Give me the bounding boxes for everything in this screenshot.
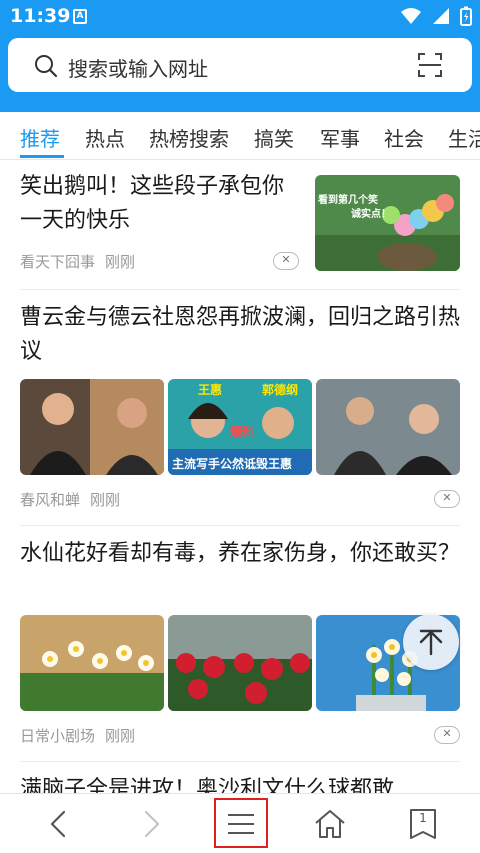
notification-icon: A — [73, 9, 87, 24]
thumbnail-caption: 王惠 — [198, 383, 223, 397]
news-source: 春风和蝉 — [20, 491, 81, 509]
scroll-to-top-button[interactable] — [403, 614, 459, 670]
poinsettia-greenhouse-image — [168, 615, 312, 711]
audience-photo-image — [316, 379, 460, 475]
thumbnail-caption: 爆料 — [230, 425, 255, 439]
news-meta: 春风和蝉 刚刚 — [20, 489, 120, 510]
thumbnail-caption-2: 诚实点！ — [351, 209, 391, 220]
hedgehog-balloons-image — [315, 175, 460, 271]
status-icons — [400, 6, 472, 26]
news-title: 笑出鹅叫！这些段子承包你一天的快乐 — [20, 174, 285, 233]
search-bar[interactable]: 搜索或输入网址 — [8, 38, 472, 92]
divider — [20, 289, 460, 290]
dislike-button[interactable]: ✕ — [273, 252, 299, 270]
tab-recommend[interactable]: 推荐 — [20, 123, 60, 152]
category-tabs: 推荐 热点 热榜搜索 搞笑 军事 社会 生活 — [0, 112, 480, 160]
browser-header: 搜索或输入网址 — [0, 34, 480, 112]
wifi-icon — [401, 8, 421, 24]
status-bar: 11:39 A — [0, 0, 480, 34]
status-time: 11:39 — [10, 5, 71, 27]
news-time: 刚刚 — [105, 253, 136, 271]
news-meta: 看天下囧事 刚刚 — [20, 251, 135, 272]
active-tab-indicator — [20, 155, 64, 158]
news-item[interactable]: 满脑子全是进攻！奥沙利文什么球都敢 — [20, 773, 460, 793]
tab-society[interactable]: 社会 — [384, 123, 424, 152]
menu-icon[interactable] — [223, 806, 259, 842]
news-thumbnail[interactable] — [20, 615, 164, 711]
divider — [20, 525, 460, 526]
news-thumbnail[interactable] — [316, 379, 460, 475]
news-thumbnail[interactable] — [168, 615, 312, 711]
tab-count: 1 — [419, 811, 427, 825]
thumbnail-caption-1: 看到第几个笑 — [318, 195, 378, 206]
battery-icon — [460, 6, 472, 26]
search-placeholder: 搜索或输入网址 — [68, 57, 208, 81]
news-thumbnail[interactable]: 看到第几个笑 诚实点！ — [315, 175, 460, 271]
bottom-toolbar: 1 — [0, 793, 480, 853]
home-icon[interactable] — [312, 806, 348, 842]
news-item[interactable]: 笑出鹅叫！这些段子承包你一天的快乐 — [20, 170, 290, 238]
scan-icon[interactable] — [418, 53, 442, 77]
news-item[interactable]: 曹云金与德云社恩怨再掀波澜，回归之路引热议 — [20, 301, 460, 369]
signal-icon — [433, 8, 449, 24]
men-photo-image — [20, 379, 164, 475]
arrow-up-icon — [419, 629, 443, 656]
news-source: 日常小剧场 — [20, 727, 96, 745]
news-title: 曹云金与德云社恩怨再掀波澜，回归之路引热议 — [20, 305, 461, 364]
news-time: 刚刚 — [90, 491, 121, 509]
news-feed[interactable]: 笑出鹅叫！这些段子承包你一天的快乐 看天下囧事 刚刚 ✕ 看到第几个笑 诚实点！ … — [0, 161, 480, 793]
thumbnail-caption: 主流写手公然诋毁王惠 — [172, 457, 293, 471]
tab-life[interactable]: 生活 — [448, 123, 480, 152]
news-thumbnail[interactable]: 王惠 郭德纲 爆料 主流写手公然诋毁王惠 — [168, 379, 312, 475]
divider — [20, 761, 460, 762]
news-source: 看天下囧事 — [20, 253, 96, 271]
dislike-button[interactable]: ✕ — [434, 726, 460, 744]
forward-icon[interactable] — [132, 806, 168, 842]
search-icon — [35, 55, 58, 78]
narcissus-flowers-image — [20, 615, 164, 711]
tab-military[interactable]: 军事 — [320, 123, 360, 152]
tab-hot-search[interactable]: 热榜搜索 — [149, 123, 229, 152]
news-item[interactable]: 水仙花好看却有毒，养在家伤身，你还敢买？ — [20, 537, 460, 571]
tab-funny[interactable]: 搞笑 — [254, 123, 294, 152]
news-time: 刚刚 — [105, 727, 136, 745]
back-icon[interactable] — [42, 806, 78, 842]
thumbnail-caption: 郭德纲 — [262, 383, 299, 397]
tab-hot[interactable]: 热点 — [85, 123, 125, 152]
news-thumbnail[interactable] — [20, 379, 164, 475]
dislike-button[interactable]: ✕ — [434, 490, 460, 508]
news-title: 满脑子全是进攻！奥沙利文什么球都敢 — [20, 777, 395, 793]
news-meta: 日常小剧场 刚刚 — [20, 725, 135, 746]
news-title: 水仙花好看却有毒，养在家伤身，你还敢买？ — [20, 541, 461, 566]
